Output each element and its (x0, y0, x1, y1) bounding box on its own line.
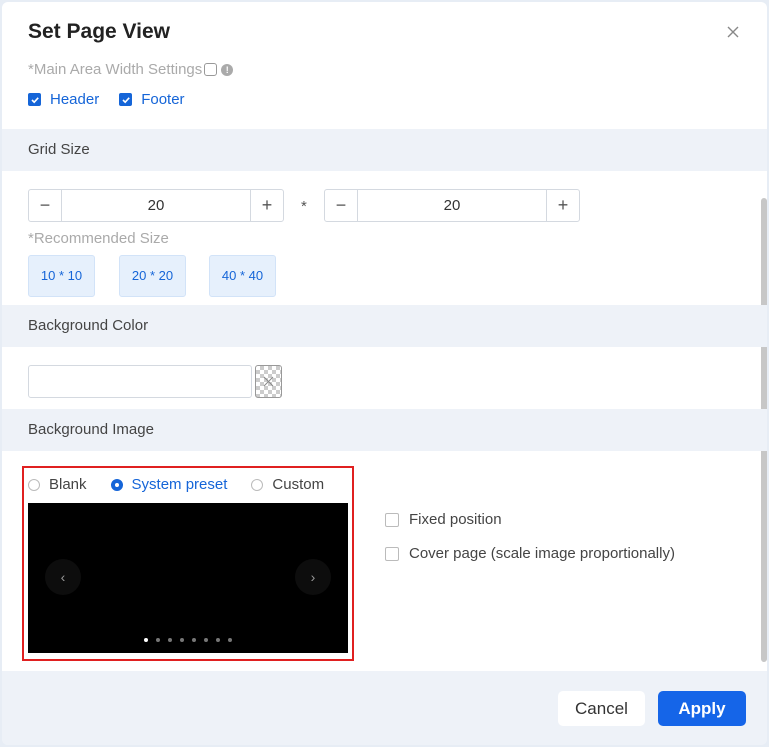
carousel-dot[interactable] (168, 638, 172, 642)
radio-custom[interactable]: Custom (251, 476, 324, 493)
checkmark-icon (28, 93, 41, 106)
background-color-input[interactable] (28, 365, 252, 398)
main-area-width-settings: *Main Area Width Settings ! (28, 62, 234, 78)
carousel-dot[interactable] (144, 638, 148, 642)
carousel-dot[interactable] (204, 638, 208, 642)
header-checkbox[interactable]: Header (28, 91, 99, 108)
carousel-dot[interactable] (192, 638, 196, 642)
grid-height-input[interactable]: 20 (358, 190, 546, 221)
radio-blank[interactable]: Blank (28, 476, 87, 493)
grid-width-input[interactable]: 20 (62, 190, 250, 221)
background-image-title: Background Image (28, 421, 154, 438)
radio-system-preset[interactable]: System preset (110, 476, 228, 493)
grid-size-title: Grid Size (28, 141, 90, 158)
carousel-dots (144, 638, 232, 642)
cancel-button[interactable]: Cancel (558, 691, 645, 726)
cover-page-label: Cover page (scale image proportionally) (409, 545, 675, 562)
grid-separator: * (301, 198, 307, 215)
preset-10x10-button[interactable]: 10 * 10 (28, 255, 95, 297)
radio-blank-label: Blank (49, 476, 87, 493)
header-checkbox-label: Header (50, 91, 100, 108)
main-area-width-label: *Main Area Width Settings (28, 62, 203, 78)
background-color-title: Background Color (28, 317, 149, 334)
grid-width-increment-button[interactable]: + (250, 190, 283, 221)
footer-checkbox[interactable]: Footer (119, 91, 185, 108)
background-image-carousel: ‹ › (28, 503, 348, 653)
carousel-dot[interactable] (216, 638, 220, 642)
grid-height-decrement-button[interactable]: − (325, 190, 358, 221)
background-image-section-header: Background Image (2, 409, 767, 451)
carousel-prev-icon[interactable]: ‹ (45, 559, 81, 595)
radio-custom-label: Custom (272, 476, 325, 493)
grid-width-decrement-button[interactable]: − (29, 190, 62, 221)
dialog-footer: Cancel Apply (2, 671, 767, 745)
color-picker-swatch[interactable] (255, 365, 282, 398)
carousel-next-icon[interactable]: › (295, 559, 331, 595)
preset-40x40-button[interactable]: 40 * 40 (209, 255, 276, 297)
grid-width-stepper: − 20 + (28, 189, 284, 222)
checkbox-box (385, 512, 399, 527)
dialog-title: Set Page View (28, 20, 171, 43)
info-icon[interactable]: ! (221, 63, 234, 76)
fixed-position-label: Fixed position (409, 511, 502, 528)
preset-20x20-button[interactable]: 20 * 20 (119, 255, 186, 297)
main-area-width-checkbox[interactable] (204, 63, 218, 76)
close-icon[interactable] (725, 24, 741, 40)
set-page-view-dialog: Set Page View *Main Area Width Settings … (2, 2, 767, 745)
radio-dot (251, 478, 264, 491)
dialog-body: *Main Area Width Settings ! Header Foote… (2, 62, 767, 671)
carousel-dot[interactable] (228, 638, 232, 642)
grid-height-stepper: − 20 + (324, 189, 580, 222)
checkbox-box (385, 546, 399, 561)
radio-dot (110, 478, 123, 491)
grid-height-increment-button[interactable]: + (546, 190, 579, 221)
dialog-header: Set Page View (2, 2, 767, 62)
footer-checkbox-label: Footer (141, 91, 185, 108)
apply-button[interactable]: Apply (658, 691, 746, 726)
checkmark-icon (119, 93, 133, 106)
background-image-radio-group: Blank System preset Custom (28, 476, 348, 493)
radio-dot (28, 478, 40, 491)
grid-size-section-header: Grid Size (2, 129, 767, 171)
carousel-dot[interactable] (180, 638, 184, 642)
background-color-section-header: Background Color (2, 305, 767, 347)
carousel-dot[interactable] (156, 638, 160, 642)
cover-page-checkbox[interactable]: Cover page (scale image proportionally) (385, 545, 675, 562)
radio-system-preset-label: System preset (131, 476, 228, 493)
header-footer-checkboxes: Header Footer (28, 91, 185, 108)
recommended-size-label: *Recommended Size (28, 230, 169, 247)
fixed-position-checkbox[interactable]: Fixed position (385, 511, 502, 528)
